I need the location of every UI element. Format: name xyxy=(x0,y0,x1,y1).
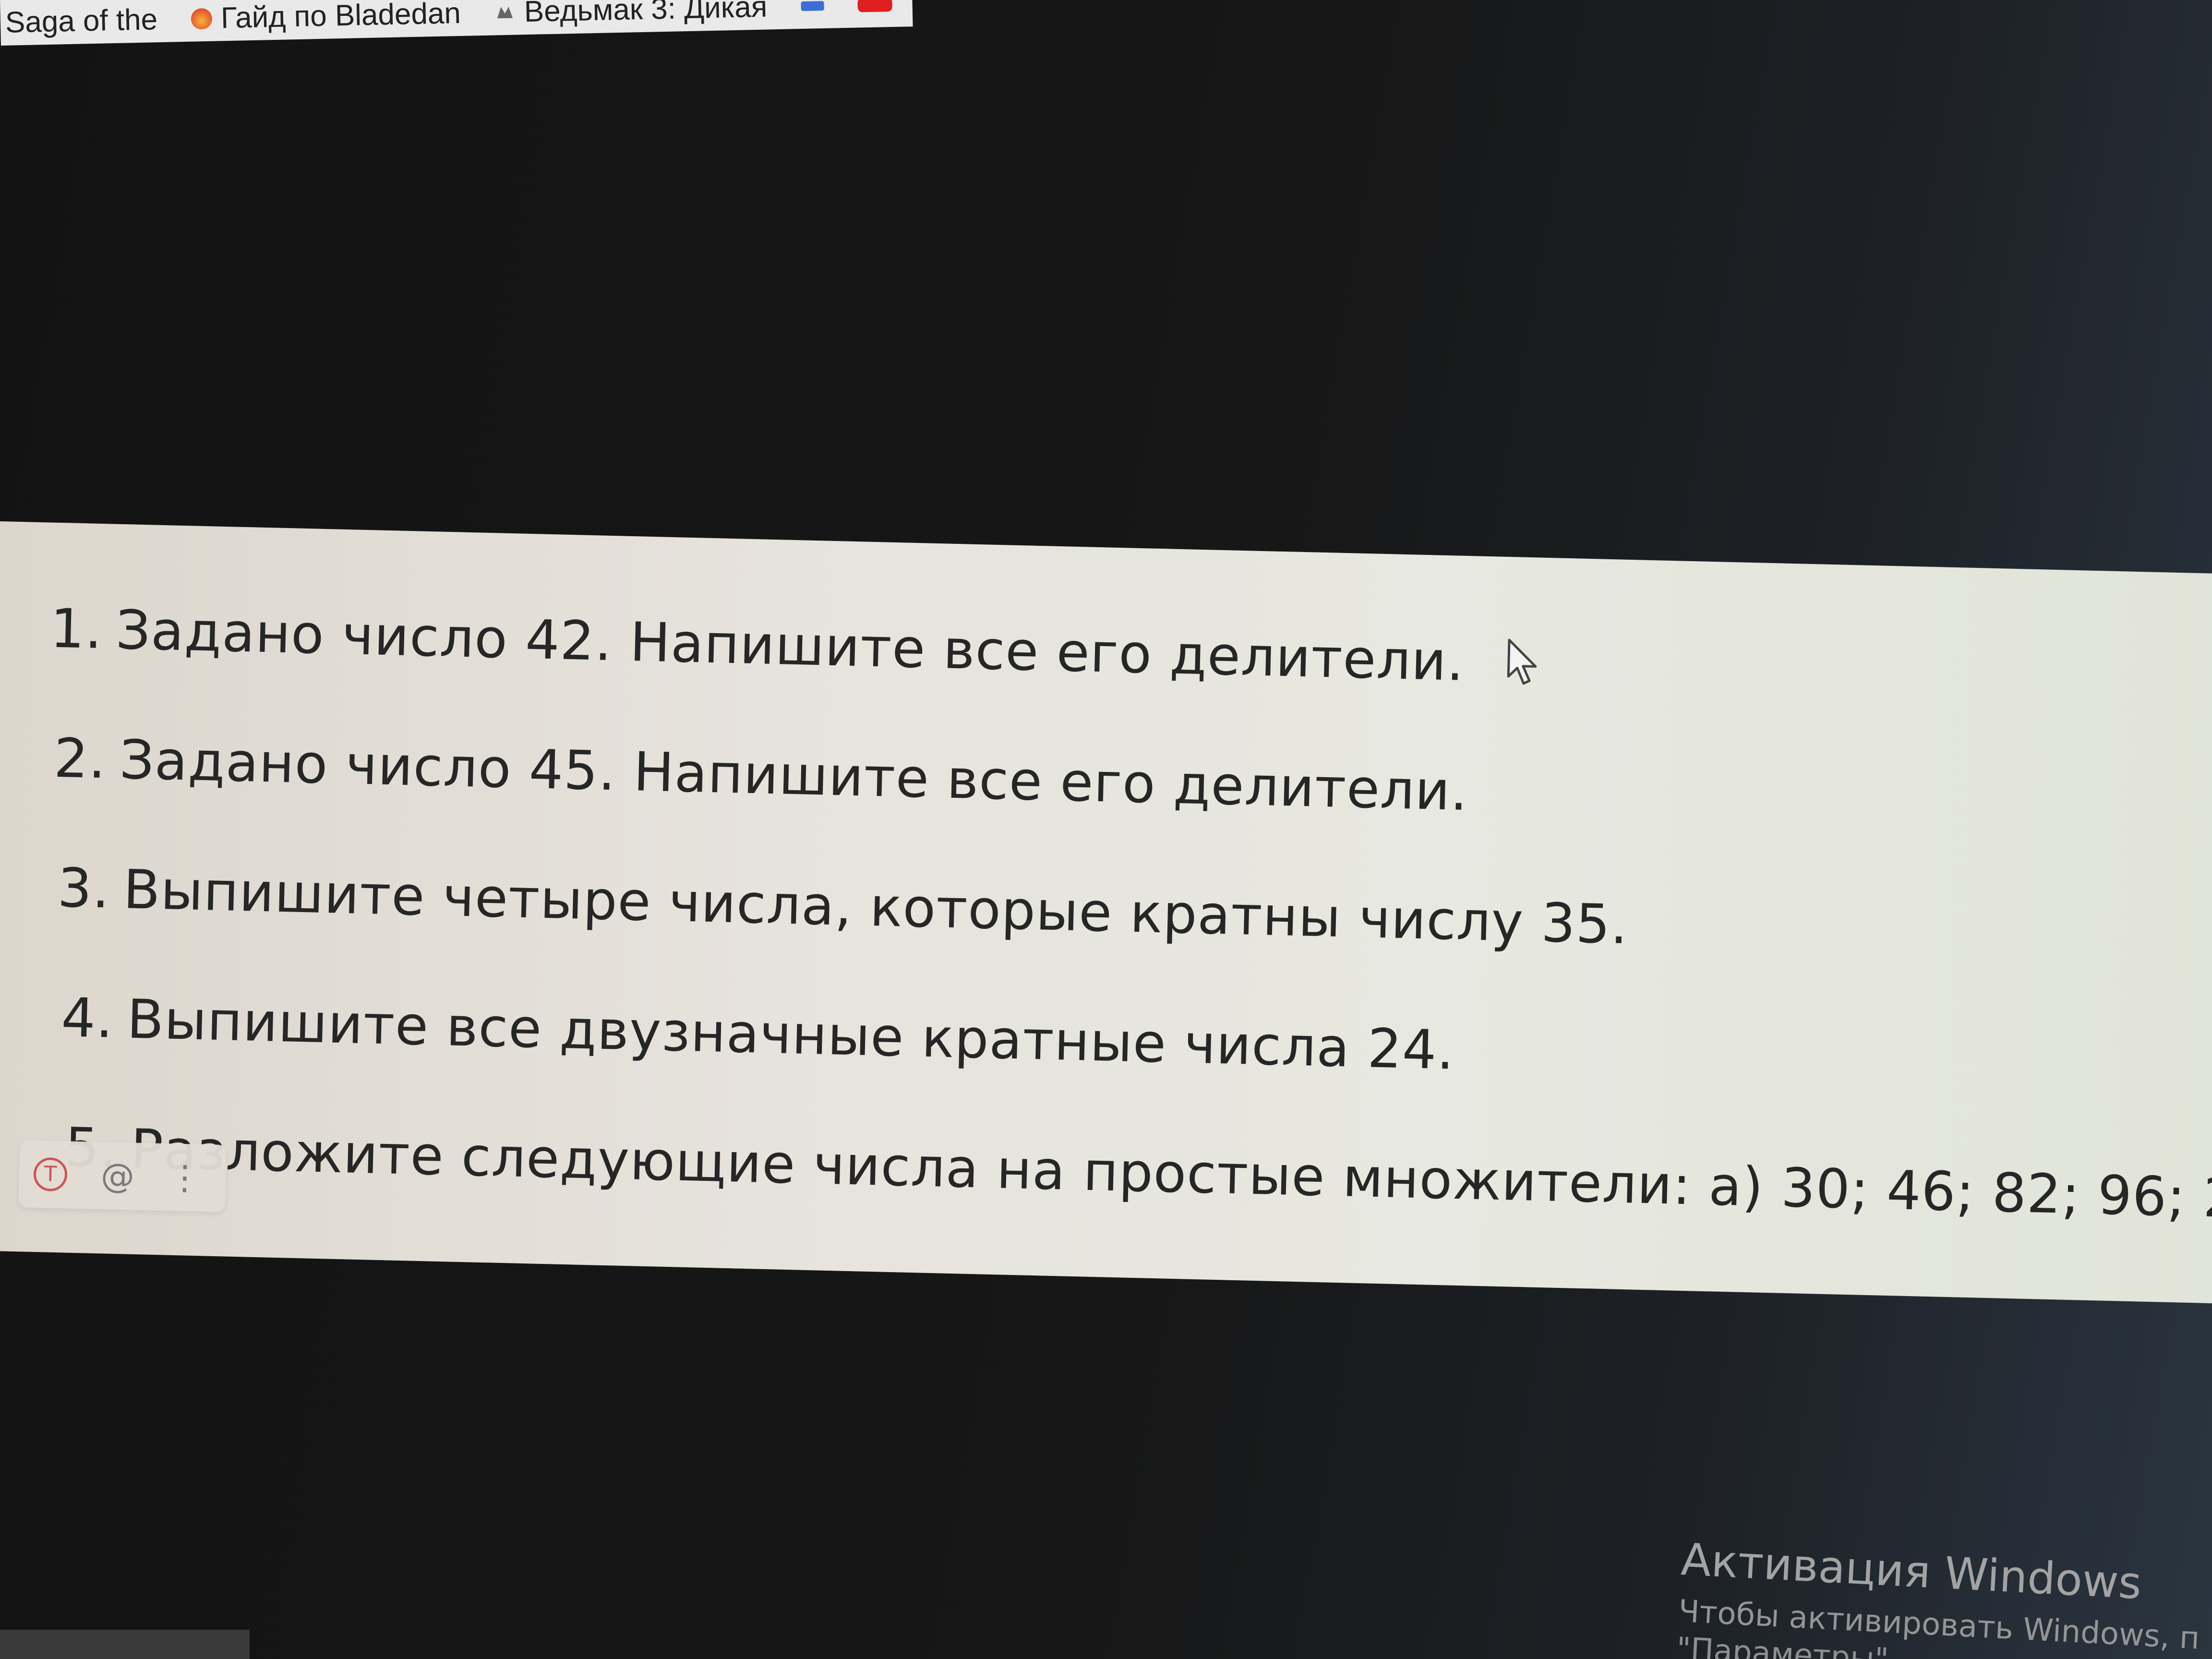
blue-bookmark-icon xyxy=(800,0,824,11)
task-number: 1. xyxy=(49,597,104,661)
fire-icon xyxy=(191,8,213,30)
bookmark-witcher[interactable]: Ведьмак 3: Дикая xyxy=(494,0,768,29)
wolf-icon xyxy=(494,1,516,23)
document-page: 1. Задано число 42. Напишите все его дели… xyxy=(0,521,2212,1304)
at-icon[interactable]: @ xyxy=(100,1156,135,1196)
floating-mini-toolbar: T @ ⋮ xyxy=(18,1140,227,1213)
bookmark-label: Ведьмак 3: Дикая xyxy=(524,0,768,29)
youtube-icon xyxy=(857,0,892,12)
translate-icon[interactable]: T xyxy=(33,1157,68,1192)
task-text: Задано число 42. Напишите все его делите… xyxy=(115,599,1465,693)
bookmark-label: Гайд по Bladedan xyxy=(220,0,461,35)
task-number: 4. xyxy=(60,986,115,1050)
task-number: 3. xyxy=(57,857,111,921)
task-number: 2. xyxy=(53,727,107,791)
bookmark-blue[interactable] xyxy=(800,0,824,11)
taskbar-fragment xyxy=(0,1630,250,1659)
bookmark-label: Saga of the xyxy=(5,3,158,39)
bookmark-youtube[interactable] xyxy=(857,0,892,12)
bookmark-bladedancer-guide[interactable]: Гайд по Bladedan xyxy=(191,0,461,36)
bookmarks-bar: Saga of the Гайд по Bladedan Ведьмак 3: … xyxy=(0,0,913,46)
bookmark-saga[interactable]: Saga of the xyxy=(5,2,158,40)
mouse-cursor-icon xyxy=(1505,638,1540,696)
screen: Saga of the Гайд по Bladedan Ведьмак 3: … xyxy=(0,0,2212,1659)
windows-activation-watermark: Активация Windows Чтобы активировать Win… xyxy=(1676,1534,2204,1659)
more-icon[interactable]: ⋮ xyxy=(168,1157,202,1198)
